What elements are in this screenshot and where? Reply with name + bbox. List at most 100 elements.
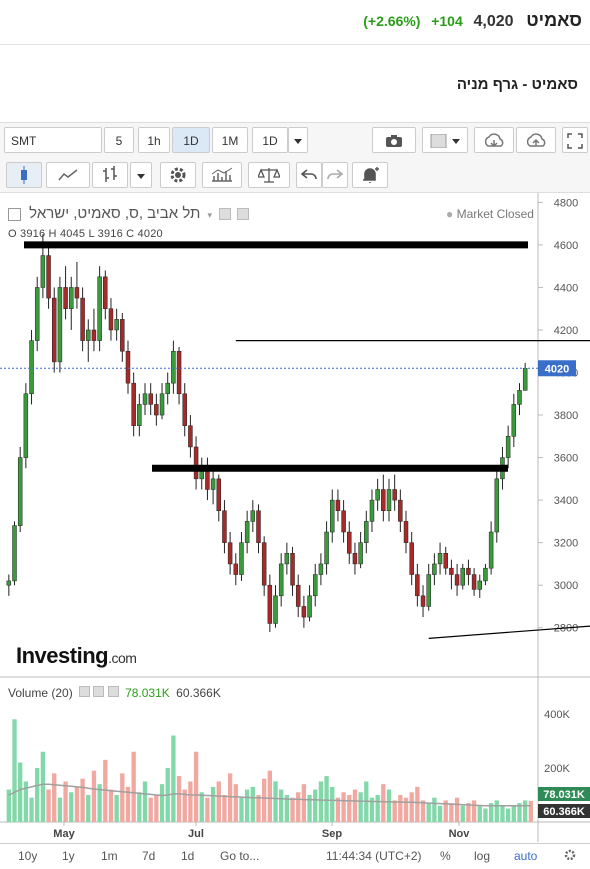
undo-button[interactable] <box>296 162 322 188</box>
volume-bar <box>205 797 210 822</box>
volume-bar <box>432 797 437 822</box>
candle-body <box>86 329 91 341</box>
candle-body <box>295 584 301 607</box>
x-tick-label: Nov <box>449 828 471 840</box>
candle-body <box>131 382 136 426</box>
redo-button[interactable] <box>322 162 348 188</box>
candle-body <box>415 574 420 597</box>
volume-bar <box>199 792 204 822</box>
volume-bar <box>273 781 278 822</box>
chart-type-dropdown[interactable] <box>130 162 152 188</box>
screenshot-button[interactable] <box>372 127 416 153</box>
log-toggle[interactable]: log <box>474 849 490 863</box>
fullscreen-icon <box>567 133 583 149</box>
alert-button[interactable] <box>352 162 388 188</box>
ohlc-values: O 3916 H 4045 L 3916 C 4020 <box>8 228 163 240</box>
close-icon[interactable] <box>107 686 119 697</box>
interval-5-button[interactable]: 5 <box>104 127 134 153</box>
candle-body <box>74 287 80 299</box>
symbol-input[interactable]: SMT <box>4 127 102 153</box>
interval-1h-button[interactable]: 1h <box>138 127 170 153</box>
candle-body <box>165 382 170 395</box>
legend-menu-icon[interactable]: ▾ <box>208 210 213 220</box>
price-tick-label: 4800 <box>554 197 578 209</box>
volume-bar <box>511 805 516 822</box>
auto-toggle[interactable]: auto <box>514 849 537 863</box>
candle-body <box>267 584 273 624</box>
candle-body <box>182 393 187 426</box>
candle-body <box>460 567 465 586</box>
volume-axis-value: 78.031K <box>543 789 585 801</box>
interval-select[interactable]: 1D <box>252 127 288 153</box>
candle-body <box>227 542 233 565</box>
change-pct: (+2.66%) <box>363 13 421 29</box>
volume-bar <box>86 794 91 822</box>
settings-button[interactable] <box>160 162 196 188</box>
eye-icon[interactable] <box>79 686 91 697</box>
bars-button[interactable] <box>92 162 128 188</box>
candle-body <box>193 446 199 480</box>
eye-icon[interactable] <box>219 208 232 221</box>
fullscreen-button[interactable] <box>562 127 588 153</box>
volume-bar <box>409 792 414 822</box>
gear-icon[interactable] <box>237 208 250 221</box>
volume-tick-label: 400K <box>544 709 570 721</box>
price-chart[interactable]: 2800300032003400360038004000420044004600… <box>0 193 590 845</box>
interval-1d-button[interactable]: 1D <box>172 127 210 153</box>
compare-button[interactable] <box>248 162 290 188</box>
ohlc-bars-icon <box>103 166 117 182</box>
goto-button[interactable]: Go to... <box>220 849 259 863</box>
volume-bar <box>159 784 165 822</box>
chart-style-button[interactable] <box>422 127 468 153</box>
candle-body <box>51 297 57 363</box>
volume-bar <box>386 789 392 822</box>
cloud-download-icon <box>484 133 504 148</box>
volume-bar <box>318 781 324 822</box>
price-tick-label: 4200 <box>554 325 578 337</box>
candle-body <box>148 393 153 405</box>
interval-1m-button[interactable]: 1M <box>212 127 248 153</box>
volume-value-labels: 78.031K 60.366K <box>538 787 590 818</box>
load-chart-button[interactable] <box>474 127 514 153</box>
candle-body <box>449 567 454 575</box>
volume-bar <box>454 797 460 822</box>
scales-icon <box>257 168 281 183</box>
candle-body <box>420 595 426 607</box>
candle-body <box>23 393 29 458</box>
candlestick-icon <box>21 166 27 184</box>
range-1m[interactable]: 1m <box>101 849 118 863</box>
candle-body <box>352 553 358 565</box>
candle-body <box>403 521 409 543</box>
volume-bar <box>154 794 159 822</box>
settings-gear[interactable] <box>564 849 576 864</box>
candle-body <box>386 489 392 512</box>
volume-bar <box>381 784 386 822</box>
save-chart-button[interactable] <box>516 127 556 153</box>
range-1d[interactable]: 1d <box>181 849 194 863</box>
collapse-legend-icon[interactable] <box>8 207 21 221</box>
candle-body <box>244 521 250 543</box>
chart-title: תל אביב ,ס, סאמיט, ישראל <box>29 205 201 222</box>
candle-body <box>103 276 108 309</box>
percent-toggle[interactable]: % <box>440 849 451 863</box>
candles-button[interactable] <box>6 162 42 188</box>
chart-legend: תל אביב ,ס, סאמיט, ישראל ▾ <box>8 205 250 222</box>
interval-dropdown-button[interactable] <box>288 127 308 153</box>
volume-bar <box>523 800 528 822</box>
range-1y[interactable]: 1y <box>62 849 75 863</box>
candle-body <box>222 510 227 543</box>
last-price-label: 4020 <box>538 360 576 377</box>
range-10y[interactable]: 10y <box>18 849 37 863</box>
volume-bar <box>500 805 505 822</box>
candle-body <box>159 393 165 416</box>
candle-body <box>307 595 312 618</box>
indicators-button[interactable] <box>202 162 242 188</box>
candle-body <box>392 489 397 501</box>
candle-body <box>426 574 431 607</box>
volume-bar <box>108 789 114 822</box>
line-chart-button[interactable] <box>46 162 90 188</box>
volume-bar <box>188 781 193 822</box>
gear-icon[interactable] <box>93 686 105 697</box>
range-7d[interactable]: 7d <box>142 849 155 863</box>
volume-bar <box>426 803 431 822</box>
